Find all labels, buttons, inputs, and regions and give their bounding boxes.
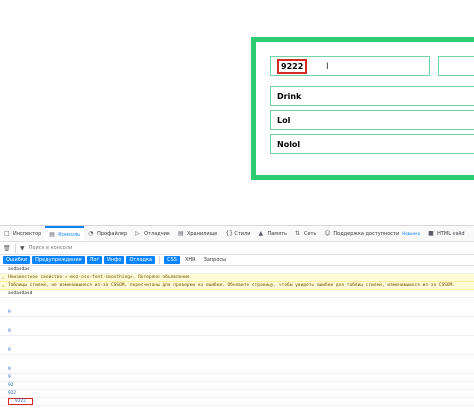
- console-warning: Таблицы стилей, не изменившиеся из-за CS…: [0, 282, 474, 290]
- tab-styles[interactable]: {} Стили: [221, 226, 254, 241]
- text-cursor-icon: I: [326, 62, 329, 72]
- input-value: 9222: [281, 61, 304, 71]
- devtools-tabbar: □ Инспектор ▤ Консоль ◔ Профайлер ▷ Отла…: [0, 226, 474, 242]
- filter-icon: ▼: [20, 244, 25, 252]
- html-valid-icon: ■: [428, 229, 434, 237]
- tab-inspector[interactable]: □ Инспектор: [0, 226, 45, 241]
- filter-css[interactable]: CSS: [164, 256, 180, 264]
- tab-storage[interactable]: ▤ Хранилище: [174, 226, 221, 241]
- console-search-input[interactable]: [28, 245, 179, 251]
- tab-profiler[interactable]: ◔ Профайлер: [84, 226, 131, 241]
- tab-console[interactable]: ▤ Консоль: [45, 226, 85, 241]
- console-message: asdasdasd: [0, 290, 474, 298]
- memory-icon: ▲: [258, 229, 264, 237]
- console-message: 922: [0, 390, 474, 398]
- console-message: 9: [0, 328, 474, 336]
- styles-icon: {}: [225, 229, 234, 237]
- console-message: asdasdas: [0, 266, 474, 274]
- console-message: 9: [0, 347, 474, 355]
- filter-warnings[interactable]: Предупреждения: [32, 256, 85, 264]
- console-level-filters: Ошибки Предупреждения Лог Инфо Отладка C…: [0, 255, 474, 266]
- accessibility-icon: ☺: [324, 229, 331, 237]
- todo-input[interactable]: 9222: [270, 56, 430, 76]
- list-item[interactable]: Nolol: [270, 134, 474, 154]
- tab-accessibility[interactable]: ☺ Поддержка доступности Новинка: [320, 226, 424, 241]
- console-message: 9: [0, 374, 474, 382]
- console-message: 9: [0, 366, 474, 374]
- network-icon: ⇅: [294, 229, 300, 237]
- trash-icon[interactable]: 🗑: [3, 245, 11, 252]
- console-warning: Неизвестное свойство «-moz-osx-font-smoo…: [0, 274, 474, 282]
- new-badge: Новинка: [402, 231, 421, 236]
- add-button[interactable]: [438, 56, 474, 76]
- console-message: 9: [0, 309, 474, 317]
- console-message-highlighted: 9222: [0, 398, 474, 406]
- filter-log[interactable]: Лог: [86, 256, 103, 264]
- profiler-icon: ◔: [88, 229, 94, 237]
- filter-debug[interactable]: Отладка: [126, 256, 156, 264]
- filter-info[interactable]: Инфо: [104, 256, 125, 264]
- devtools-panel: □ Инспектор ▤ Консоль ◔ Профайлер ▷ Отла…: [0, 225, 474, 409]
- list-item[interactable]: Lol: [270, 110, 474, 130]
- page-viewport: 9222 I Drink Lol Nolol: [0, 0, 474, 215]
- input-value-highlight: 9222: [277, 58, 308, 74]
- filter-requests[interactable]: Запросы: [201, 256, 229, 264]
- debugger-icon: ▷: [135, 229, 140, 237]
- tab-html-valid[interactable]: ■ HTML valid: [424, 226, 468, 241]
- filter-xhr[interactable]: XHR: [182, 256, 199, 264]
- console-message: 92: [0, 382, 474, 390]
- tab-debugger[interactable]: ▷ Отладчик: [131, 226, 174, 241]
- console-filter-bar: 🗑 ▼: [0, 242, 474, 255]
- console-output: asdasdas Неизвестное свойство «-moz-osx-…: [0, 266, 474, 406]
- tab-network[interactable]: ⇅ Сеть: [291, 226, 320, 241]
- filter-errors[interactable]: Ошибки: [3, 256, 31, 264]
- tab-memory[interactable]: ▲ Память: [254, 226, 290, 241]
- console-icon: ▤: [49, 230, 55, 238]
- storage-icon: ▤: [177, 229, 184, 237]
- inspector-icon: □: [4, 229, 10, 237]
- list-item[interactable]: Drink: [270, 86, 474, 106]
- highlight-box: 9222: [8, 398, 33, 405]
